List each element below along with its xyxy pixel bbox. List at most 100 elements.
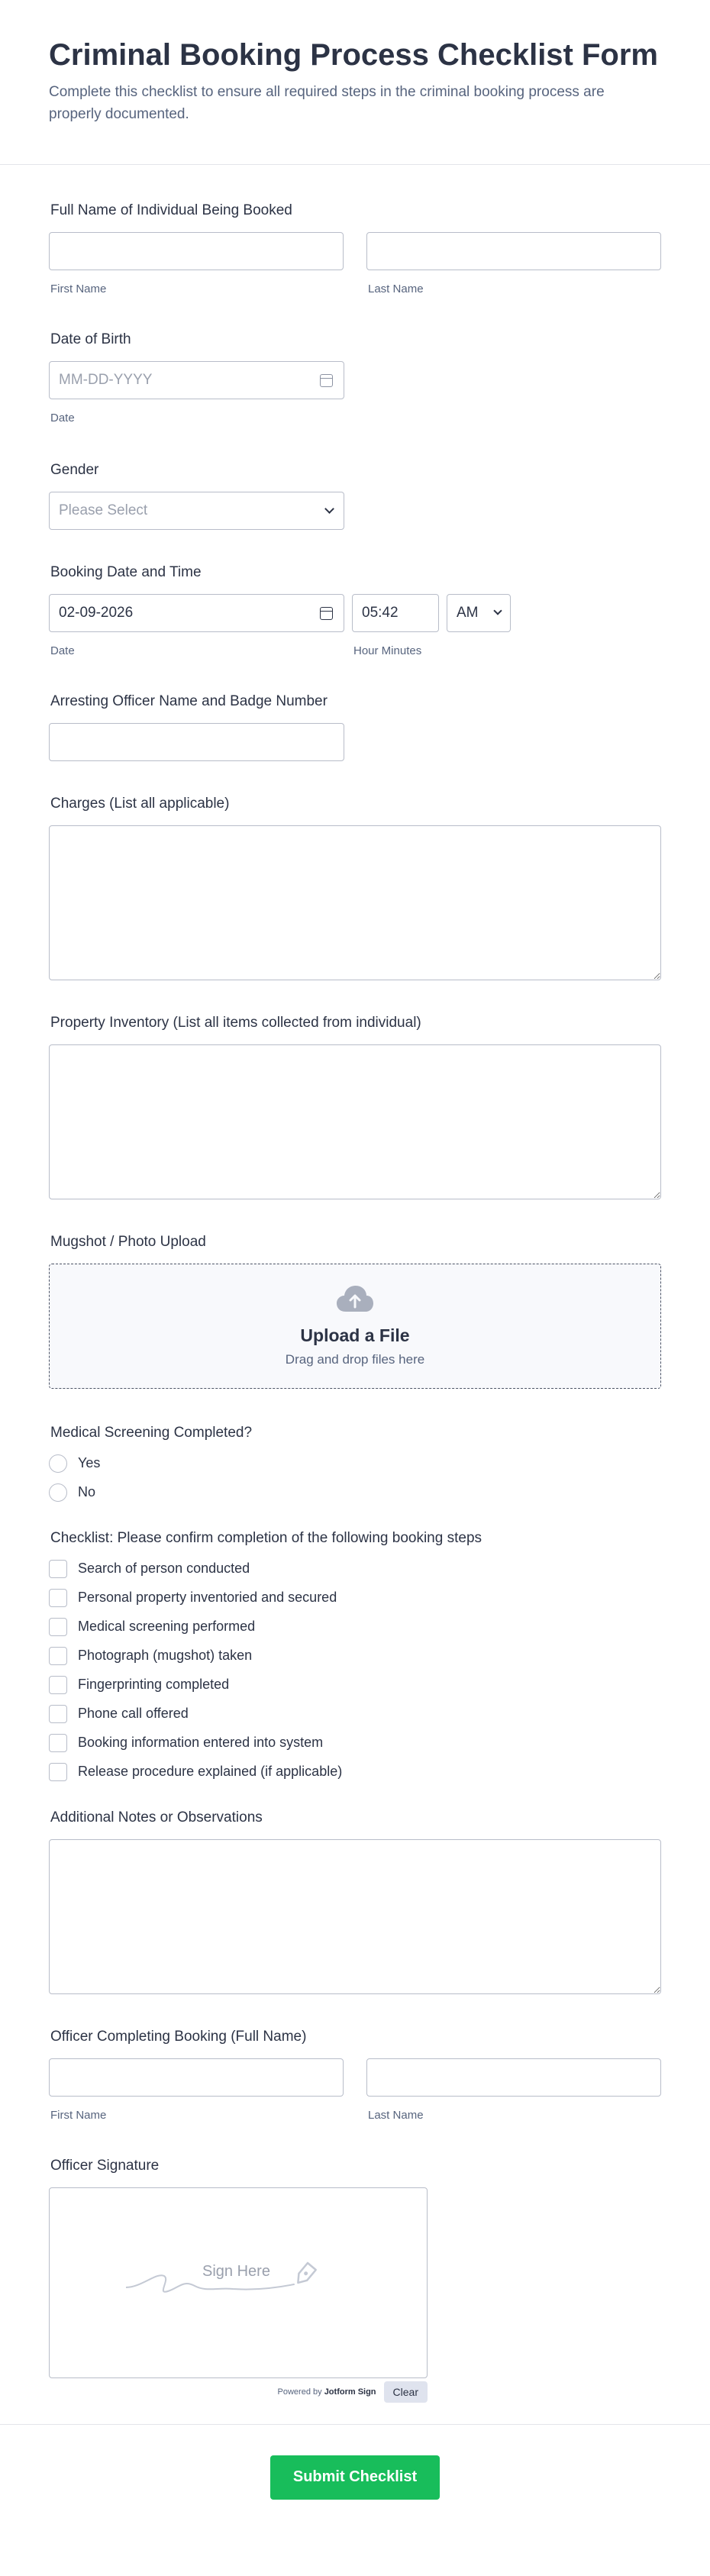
- mugshot-question: Mugshot / Photo Upload Upload a File Dra…: [49, 1233, 661, 1389]
- gender-placeholder: Please Select: [59, 502, 148, 518]
- property-question: Property Inventory (List all items colle…: [49, 1014, 661, 1199]
- full-name-label: Full Name of Individual Being Booked: [50, 202, 292, 218]
- full-name-question: Full Name of Individual Being Booked Fir…: [49, 202, 661, 295]
- checklist-label: Checklist: Please confirm completion of …: [50, 1529, 482, 1546]
- charges-textarea[interactable]: [49, 825, 661, 980]
- notes-textarea[interactable]: [49, 1838, 661, 1994]
- upload-hint: Drag and drop files here: [285, 1351, 425, 1367]
- dob-question: Date of Birth MM-DD-YYYY Date: [49, 331, 661, 424]
- officer-first-name-input[interactable]: [49, 2058, 344, 2097]
- dob-sublabel: Date: [50, 411, 75, 424]
- pen-icon: [297, 2261, 317, 2284]
- property-textarea[interactable]: [49, 1044, 661, 1199]
- ampm-select[interactable]: AM: [447, 593, 511, 632]
- sign-here-placeholder: Sign Here: [202, 2262, 270, 2280]
- dob-input[interactable]: MM-DD-YYYY: [49, 360, 344, 399]
- arresting-officer-question: Arresting Officer Name and Badge Number: [49, 692, 661, 761]
- radio-button[interactable]: [49, 1483, 67, 1502]
- form-content: Full Name of Individual Being Booked Fir…: [0, 202, 710, 2403]
- checkbox-label: Release procedure explained (if applicab…: [78, 1764, 343, 1780]
- checkbox-label: Personal property inventoried and secure…: [78, 1590, 337, 1606]
- booking-time-input[interactable]: 05:42: [352, 593, 439, 632]
- form-page: Criminal Booking Process Checklist Form …: [0, 0, 710, 2542]
- ampm-value: AM: [457, 604, 479, 621]
- booking-date-value: 02-09-2026: [59, 604, 134, 621]
- submit-button[interactable]: Submit Checklist: [270, 2455, 440, 2500]
- first-name-sublabel: First Name: [50, 282, 107, 295]
- medical-question: Medical Screening Completed? Yes No: [49, 1424, 661, 1502]
- cloud-upload-icon: [337, 1285, 373, 1312]
- signature-question: Officer Signature Sign Here Powered by J…: [49, 2157, 661, 2403]
- checkbox-option[interactable]: Medical screening performed: [49, 1617, 661, 1636]
- radio-option-yes[interactable]: Yes: [49, 1454, 661, 1473]
- checkbox-option[interactable]: Fingerprinting completed: [49, 1675, 661, 1694]
- officer-last-name-input[interactable]: [366, 2058, 661, 2097]
- last-name-input[interactable]: [366, 231, 661, 270]
- checkbox[interactable]: [49, 1617, 67, 1636]
- powered-by-text: Powered by Jotform Sign: [278, 2387, 376, 2397]
- officer-last-name-sublabel: Last Name: [368, 2108, 424, 2122]
- gender-select[interactable]: Please Select: [49, 491, 344, 530]
- booking-time-value: 05:42: [362, 604, 399, 621]
- calendar-icon[interactable]: [320, 606, 333, 620]
- jotform-sign-brand: Jotform Sign: [324, 2387, 376, 2397]
- notes-label: Additional Notes or Observations: [50, 1809, 263, 1825]
- officer-completing-label: Officer Completing Booking (Full Name): [50, 2028, 307, 2045]
- file-upload-dropzone[interactable]: Upload a File Drag and drop files here: [49, 1263, 661, 1389]
- calendar-icon[interactable]: [320, 373, 333, 387]
- chevron-down-icon: [324, 504, 334, 514]
- checkbox-option[interactable]: Personal property inventoried and secure…: [49, 1588, 661, 1607]
- checkbox-label: Fingerprinting completed: [78, 1677, 230, 1693]
- medical-label: Medical Screening Completed?: [50, 1424, 253, 1441]
- arresting-officer-input[interactable]: [49, 722, 344, 761]
- checkbox-option[interactable]: Booking information entered into system: [49, 1733, 661, 1752]
- gender-question: Gender Please Select: [49, 461, 661, 530]
- checkbox-option[interactable]: Release procedure explained (if applicab…: [49, 1762, 661, 1781]
- charges-question: Charges (List all applicable): [49, 795, 661, 980]
- checkbox[interactable]: [49, 1588, 67, 1607]
- checkbox[interactable]: [49, 1675, 67, 1694]
- arresting-officer-label: Arresting Officer Name and Badge Number: [50, 692, 328, 709]
- checkbox[interactable]: [49, 1762, 67, 1781]
- form-footer: Submit Checklist: [0, 2423, 710, 2542]
- officer-first-name-sublabel: First Name: [50, 2108, 107, 2122]
- booking-datetime-label: Booking Date and Time: [50, 563, 202, 580]
- chevron-down-icon: [493, 606, 502, 615]
- checkbox-label: Medical screening performed: [78, 1619, 256, 1635]
- gender-label: Gender: [50, 461, 99, 478]
- checkbox-label: Booking information entered into system: [78, 1735, 324, 1751]
- radio-button[interactable]: [49, 1454, 67, 1473]
- booking-datetime-question: Booking Date and Time 02-09-2026 Date 05…: [49, 563, 661, 657]
- booking-date-sublabel: Date: [50, 644, 75, 657]
- officer-completing-question: Officer Completing Booking (Full Name) F…: [49, 2028, 661, 2122]
- checkbox[interactable]: [49, 1559, 67, 1578]
- radio-label-no: No: [78, 1484, 96, 1500]
- charges-label: Charges (List all applicable): [50, 795, 230, 812]
- radio-label-yes: Yes: [78, 1455, 101, 1471]
- property-label: Property Inventory (List all items colle…: [50, 1014, 421, 1031]
- checkbox-label: Search of person conducted: [78, 1561, 250, 1577]
- checkbox-label: Phone call offered: [78, 1706, 189, 1722]
- clear-signature-button[interactable]: Clear: [383, 2381, 428, 2403]
- checkbox[interactable]: [49, 1646, 67, 1665]
- form-description: Complete this checklist to ensure all re…: [49, 84, 605, 123]
- signature-label: Officer Signature: [50, 2157, 160, 2174]
- checkbox[interactable]: [49, 1733, 67, 1752]
- checkbox-option[interactable]: Phone call offered: [49, 1704, 661, 1723]
- first-name-input[interactable]: [49, 231, 344, 270]
- checkbox-option[interactable]: Search of person conducted: [49, 1559, 661, 1578]
- checkbox[interactable]: [49, 1704, 67, 1723]
- powered-prefix: Powered by: [277, 2387, 322, 2397]
- mugshot-label: Mugshot / Photo Upload: [50, 1233, 206, 1250]
- checkbox-label: Photograph (mugshot) taken: [78, 1648, 253, 1664]
- signature-pad[interactable]: Sign Here: [49, 2187, 428, 2378]
- last-name-sublabel: Last Name: [368, 282, 424, 295]
- booking-date-input[interactable]: 02-09-2026: [49, 593, 344, 632]
- radio-option-no[interactable]: No: [49, 1483, 661, 1502]
- form-header: Criminal Booking Process Checklist Form …: [0, 0, 710, 165]
- dob-placeholder: MM-DD-YYYY: [59, 371, 153, 388]
- checklist-question: Checklist: Please confirm completion of …: [49, 1529, 661, 1781]
- checkbox-option[interactable]: Photograph (mugshot) taken: [49, 1646, 661, 1665]
- dob-label: Date of Birth: [50, 331, 131, 347]
- notes-question: Additional Notes or Observations: [49, 1809, 661, 1994]
